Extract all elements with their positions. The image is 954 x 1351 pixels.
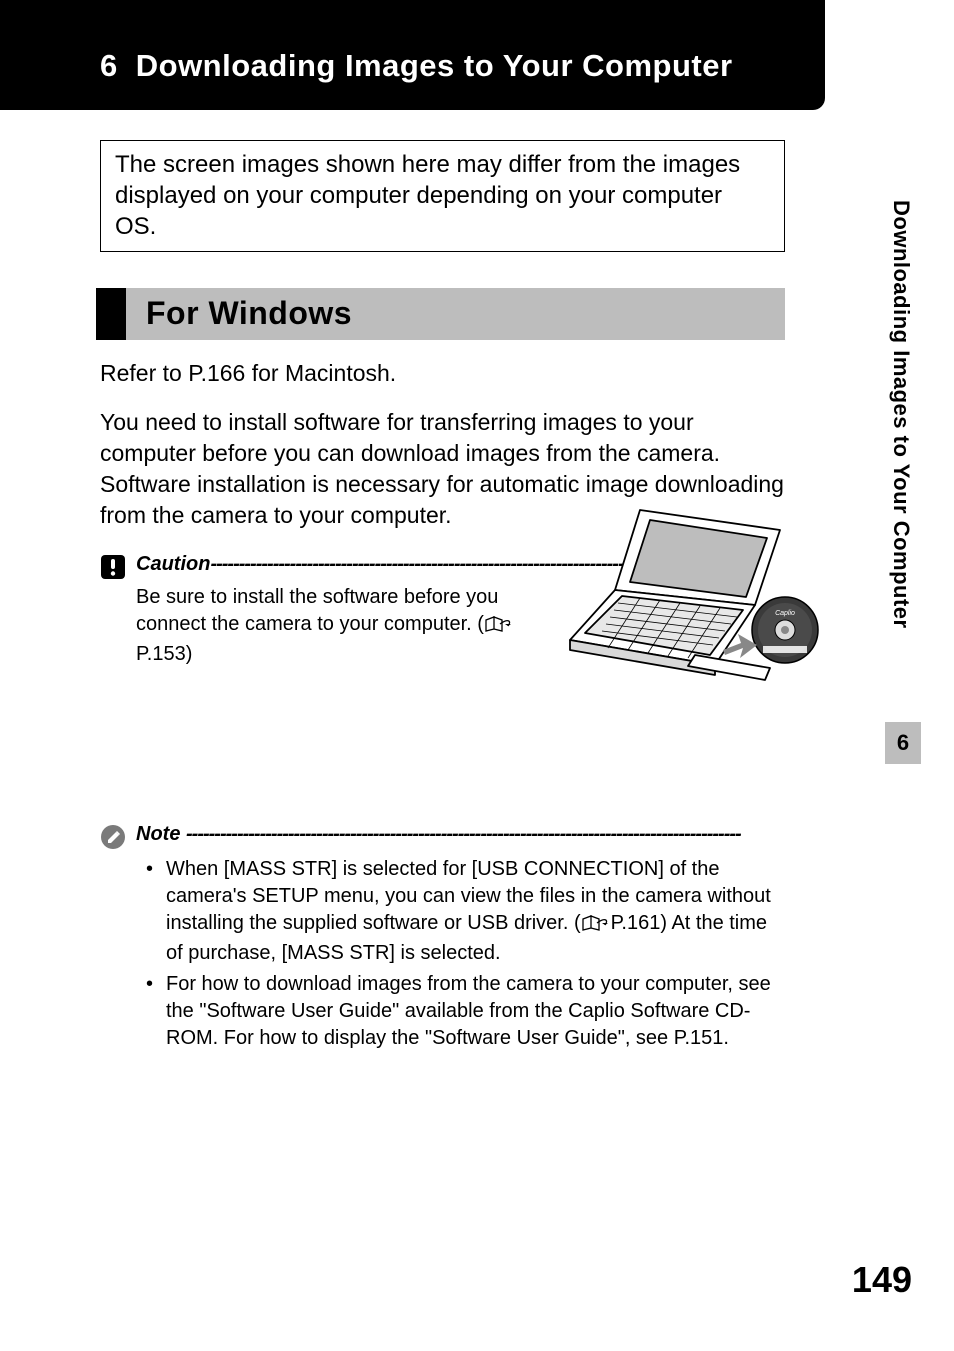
page-ref-icon bbox=[581, 913, 611, 940]
note-item-2-text: For how to download images from the came… bbox=[166, 973, 771, 1049]
chapter-header-text: 6 Downloading Images to Your Computer bbox=[100, 48, 733, 83]
note-list: When [MASS STR] is selected for [USB CON… bbox=[100, 856, 785, 1052]
note-heading: Note -----------------------------------… bbox=[136, 823, 741, 846]
chapter-header: 6 Downloading Images to Your Computer bbox=[0, 0, 825, 110]
note-block: Note -----------------------------------… bbox=[100, 823, 785, 1052]
note-pencil-icon bbox=[100, 824, 126, 850]
caution-label: Caution bbox=[136, 553, 210, 575]
caution-exclamation-icon bbox=[100, 554, 126, 580]
caution-text-1: Be sure to install the software before y… bbox=[136, 586, 498, 635]
page-number: 149 bbox=[852, 1259, 912, 1301]
caution-body: Be sure to install the software before y… bbox=[100, 584, 560, 668]
note-label: Note bbox=[136, 823, 186, 845]
notice-box: The screen images shown here may differ … bbox=[100, 140, 785, 252]
section-title: For Windows bbox=[146, 295, 352, 332]
chapter-title: Downloading Images to Your Computer bbox=[136, 48, 733, 83]
content-area: The screen images shown here may differ … bbox=[0, 110, 825, 1052]
section-heading-bar: For Windows bbox=[96, 288, 785, 340]
caution-page-ref: P.153) bbox=[136, 643, 192, 665]
laptop-cd-illustration: Caplio bbox=[560, 500, 825, 690]
list-item: When [MASS STR] is selected for [USB CON… bbox=[152, 856, 785, 967]
side-chapter-indicator: 6 bbox=[885, 722, 921, 764]
note-dashes: ----------------------------------------… bbox=[186, 823, 741, 845]
list-item: For how to download images from the came… bbox=[152, 971, 785, 1052]
page-ref-icon bbox=[484, 614, 514, 641]
side-tab-label: Downloading Images to Your Computer bbox=[888, 200, 914, 629]
svg-text:Caplio: Caplio bbox=[775, 610, 795, 617]
side-chapter-number: 6 bbox=[897, 730, 909, 756]
notice-text: The screen images shown here may differ … bbox=[115, 151, 740, 240]
chapter-number: 6 bbox=[100, 48, 118, 83]
paragraph-refer-mac: Refer to P.166 for Macintosh. bbox=[100, 358, 785, 389]
